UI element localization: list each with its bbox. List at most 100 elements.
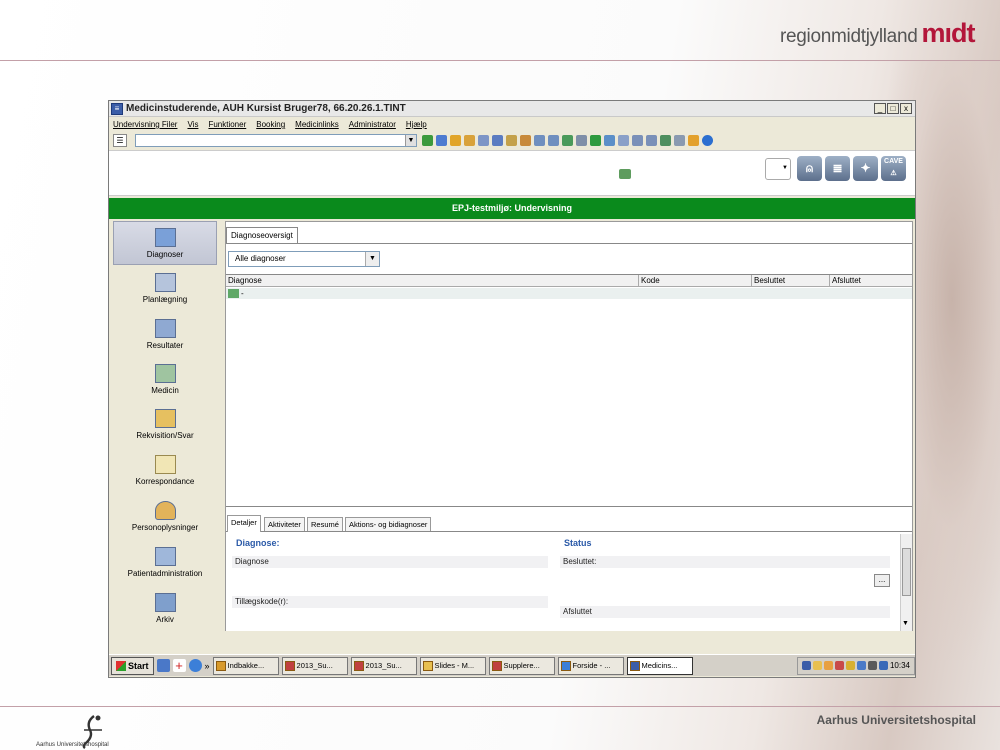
- document-icon[interactable]: [478, 135, 489, 146]
- task-indbakke[interactable]: Indbakke...: [212, 656, 279, 675]
- tab-aktiviteter[interactable]: Aktiviteter: [264, 517, 305, 531]
- quicklaunch-ie-icon[interactable]: [188, 659, 202, 672]
- monitor-icon[interactable]: [660, 135, 671, 146]
- pills-icon[interactable]: [562, 135, 573, 146]
- nav-item-diagnoser[interactable]: Diagnoser: [113, 221, 217, 265]
- maximize-button[interactable]: □: [887, 103, 899, 114]
- menu-medicinlinks[interactable]: Medicinlinks: [295, 120, 339, 129]
- menu-booking[interactable]: Booking: [256, 120, 285, 129]
- scroll-down-icon[interactable]: ▼: [902, 620, 909, 627]
- close-button[interactable]: x: [900, 103, 912, 114]
- column-header-besluttet[interactable]: Besluttet: [752, 275, 830, 287]
- column-header-diagnose[interactable]: Diagnose: [226, 275, 639, 287]
- tab-aktions-og-bidiagnoser[interactable]: Aktions- og bidiagnoser: [345, 517, 432, 531]
- tray-update-icon[interactable]: [823, 661, 833, 670]
- green-go-icon[interactable]: [422, 135, 433, 146]
- chevron-down-icon[interactable]: ▼: [365, 252, 379, 266]
- folder-icon[interactable]: [450, 135, 461, 146]
- scrollbar-thumb[interactable]: [902, 548, 911, 596]
- book-icon[interactable]: [646, 135, 657, 146]
- tray-app-icon[interactable]: [801, 661, 811, 670]
- diagnosis-list-icon: [154, 228, 176, 247]
- tray-speaker-icon[interactable]: [867, 661, 877, 670]
- nav-item-korrespondance[interactable]: Korrespondance: [113, 449, 217, 493]
- nav-item-arkiv[interactable]: Arkiv: [113, 587, 217, 631]
- task-2013-su-2[interactable]: 2013_Su...: [350, 656, 417, 675]
- window-titlebar[interactable]: ≡ Medicinstuderende, AUH Kursist Bruger7…: [109, 101, 915, 117]
- nav-item-rekvisition-svar[interactable]: Rekvisition/Svar: [113, 403, 217, 447]
- afsluttet-field: Afsluttet: [560, 606, 890, 618]
- settings-dropdown-icon[interactable]: [674, 135, 685, 146]
- patient-lookup-icon[interactable]: ☰: [113, 134, 127, 147]
- menu-administrator[interactable]: Administrator: [349, 120, 396, 129]
- send-dropdown-icon[interactable]: [548, 135, 559, 146]
- chart-green-icon[interactable]: [590, 135, 601, 146]
- mail-icon[interactable]: [618, 135, 629, 146]
- tray-clock[interactable]: 10:34: [890, 661, 910, 670]
- menu-hjaelp[interactable]: Hjælp: [406, 120, 427, 129]
- tray-security-icon[interactable]: [834, 661, 844, 670]
- task-forside[interactable]: Forside - ...: [557, 656, 624, 675]
- quicklaunch-browser-icon[interactable]: [156, 659, 170, 672]
- task-medicins[interactable]: Medicins...: [626, 656, 693, 675]
- quicklaunch-more-icon[interactable]: »: [205, 661, 210, 671]
- quicklaunch-redcross-icon[interactable]: +: [172, 659, 186, 672]
- cave-label: CAVE: [884, 158, 903, 165]
- person-button[interactable]: ⍝: [797, 156, 822, 181]
- more-button[interactable]: ...: [874, 574, 890, 587]
- chevron-down-icon[interactable]: ▼: [405, 135, 416, 146]
- column-header-kode[interactable]: Kode: [639, 275, 752, 287]
- status-dropdown[interactable]: ▼: [765, 158, 791, 180]
- notes-button[interactable]: ≣: [825, 156, 850, 181]
- diagnosis-content: Diagnoseoversigt Alle diagnoser ▼ Diagno…: [225, 221, 913, 631]
- menu-funktioner[interactable]: Funktioner: [208, 120, 246, 129]
- nav-item-personoplysninger[interactable]: Personoplysninger: [113, 495, 217, 539]
- window-controls: _ □ x: [874, 103, 912, 114]
- card-dropdown-icon[interactable]: [534, 135, 545, 146]
- lightbulb-button[interactable]: ✦: [853, 156, 878, 181]
- patient-combo[interactable]: ▼: [135, 134, 417, 147]
- nav-item-patientadministration[interactable]: Patientadministration: [113, 541, 217, 585]
- tray-display-icon[interactable]: [878, 661, 888, 670]
- tray-shield-icon[interactable]: [856, 661, 866, 670]
- nav-item-medicin[interactable]: Medicin: [113, 358, 217, 402]
- table-row[interactable]: -: [226, 288, 912, 299]
- besluttet-field: Besluttet:: [560, 556, 890, 568]
- ie-icon: [560, 660, 571, 671]
- key-icon[interactable]: [688, 135, 699, 146]
- task-slides[interactable]: Slides - M...: [419, 656, 486, 675]
- chart-blue-icon[interactable]: [604, 135, 615, 146]
- nav-item-resultater[interactable]: Resultater: [113, 313, 217, 357]
- help-icon[interactable]: [702, 135, 713, 146]
- tab-detaljer[interactable]: Detaljer: [227, 515, 261, 532]
- menu-vis[interactable]: Vis: [187, 120, 198, 129]
- column-header-afsluttet[interactable]: Afsluttet: [830, 275, 912, 287]
- pdf-icon: [491, 660, 502, 671]
- task-supplere[interactable]: Supplere...: [488, 656, 555, 675]
- phone-icon[interactable]: [506, 135, 517, 146]
- diagnosis-filter-select[interactable]: Alle diagnoser ▼: [228, 251, 380, 267]
- menu-undervisning-filer[interactable]: Undervisning Filer: [113, 120, 177, 129]
- minimize-button[interactable]: _: [874, 103, 886, 114]
- task-label: 2013_Su...: [365, 660, 402, 670]
- tray-network-icon[interactable]: [845, 661, 855, 670]
- task-label: Supplere...: [503, 660, 540, 670]
- list-icon[interactable]: [632, 135, 643, 146]
- cave-warning-button[interactable]: CAVE ⚠: [881, 156, 906, 181]
- details-scrollbar[interactable]: ▼: [900, 534, 912, 631]
- archive-icon: [154, 593, 176, 612]
- tab-diagnoseoversigt[interactable]: Diagnoseoversigt: [226, 227, 298, 243]
- refresh-icon[interactable]: [436, 135, 447, 146]
- people-icon[interactable]: [464, 135, 475, 146]
- print-icon[interactable]: [576, 135, 587, 146]
- start-button[interactable]: Start: [111, 656, 154, 675]
- region-logo: regionmidtjylland mıdt: [780, 18, 975, 48]
- tab-resume[interactable]: Resumé: [307, 517, 343, 531]
- group-icon[interactable]: [520, 135, 531, 146]
- nav-item-planlaegning[interactable]: Planlægning: [113, 267, 217, 311]
- tray-mail-icon[interactable]: [812, 661, 822, 670]
- window-icon[interactable]: [492, 135, 503, 146]
- edit-icon[interactable]: [619, 169, 631, 179]
- task-label: Medicins...: [641, 660, 678, 670]
- task-2013-su-1[interactable]: 2013_Su...: [281, 656, 348, 675]
